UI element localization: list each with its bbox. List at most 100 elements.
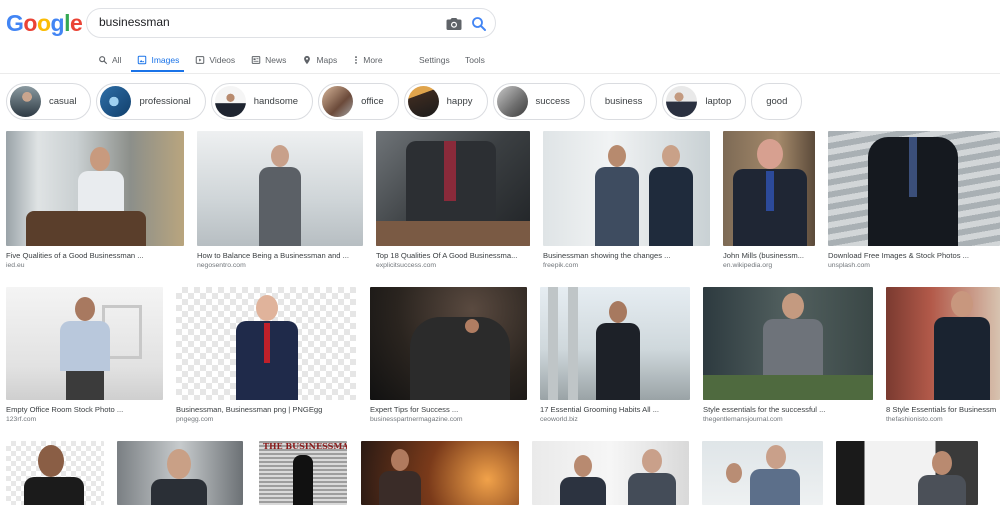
chip-happy[interactable]: happy bbox=[403, 83, 488, 120]
result-caption[interactable]: 17 Essential Grooming Habits All ... bbox=[540, 405, 690, 414]
chip-label: casual bbox=[49, 96, 77, 107]
result-thumbnail bbox=[197, 131, 363, 246]
image-icon bbox=[138, 55, 147, 65]
image-result[interactable]: Expert Tips for Success ... businesspart… bbox=[370, 287, 527, 423]
logo-letter: G bbox=[6, 10, 24, 36]
chip-business[interactable]: business bbox=[589, 83, 658, 120]
result-thumbnail bbox=[540, 287, 690, 400]
result-caption[interactable]: How to Balance Being a Businessman and .… bbox=[197, 251, 363, 260]
result-thumbnail bbox=[723, 131, 815, 246]
person-figure bbox=[733, 137, 807, 246]
image-result[interactable]: Download Free Images & Stock Photos ... … bbox=[828, 131, 1000, 269]
result-source: en.wikipedia.org bbox=[723, 262, 773, 269]
chip-thumbnail bbox=[407, 86, 439, 117]
chip-office[interactable]: office bbox=[318, 83, 399, 120]
chip-success[interactable]: success bbox=[492, 83, 585, 120]
result-caption[interactable]: Businessman, Businessman png | PNGEgg bbox=[176, 405, 356, 414]
result-thumbnail bbox=[836, 441, 978, 505]
image-result[interactable]: Businessman, Businessman png | PNGEgg pn… bbox=[176, 287, 356, 423]
chip-good[interactable]: good bbox=[751, 83, 803, 120]
result-caption[interactable]: Top 18 Qualities Of A Good Businessma... bbox=[376, 251, 530, 260]
person-figure bbox=[596, 297, 640, 400]
image-result[interactable] bbox=[532, 441, 689, 505]
result-caption[interactable]: Download Free Images & Stock Photos ... bbox=[828, 251, 1000, 260]
chip-professional[interactable]: professional bbox=[96, 83, 206, 120]
tools-link[interactable]: Tools bbox=[465, 51, 485, 69]
tab-images[interactable]: Images bbox=[137, 51, 179, 69]
chip-handsome[interactable]: handsome bbox=[210, 83, 314, 120]
camera-icon[interactable] bbox=[445, 15, 463, 33]
tab-more[interactable]: More bbox=[353, 51, 383, 69]
chip-thumbnail bbox=[496, 86, 528, 117]
image-result[interactable]: Businessman showing the changes ... free… bbox=[543, 131, 710, 269]
person-figure bbox=[868, 131, 958, 246]
search-input[interactable] bbox=[99, 15, 429, 29]
result-thumbnail bbox=[543, 131, 710, 246]
person-figure bbox=[649, 141, 693, 246]
chip-label: laptop bbox=[705, 96, 732, 107]
tab-news[interactable]: News bbox=[251, 51, 286, 69]
result-thumbnail bbox=[886, 287, 1000, 400]
tab-label: News bbox=[265, 55, 287, 65]
image-result[interactable]: Five Qualities of a Good Businessman ...… bbox=[6, 131, 184, 269]
tab-videos[interactable]: Videos bbox=[195, 51, 235, 69]
result-caption[interactable]: Businessman showing the changes ... bbox=[543, 251, 710, 260]
result-thumbnail bbox=[117, 441, 243, 505]
image-result[interactable]: Empty Office Room Stock Photo ... 123rf.… bbox=[6, 287, 163, 423]
result-caption[interactable]: John Mills (businessm... bbox=[723, 251, 815, 260]
image-result[interactable]: How to Balance Being a Businessman and .… bbox=[197, 131, 363, 269]
result-source: ceoworld.biz bbox=[540, 416, 578, 423]
image-result[interactable]: 8 Style Essentials for Businessm thefash… bbox=[886, 287, 1000, 423]
image-result[interactable] bbox=[702, 441, 823, 505]
result-thumbnail bbox=[6, 441, 104, 505]
logo-letter: o bbox=[23, 10, 37, 36]
image-result[interactable]: 17 Essential Grooming Habits All ... ceo… bbox=[540, 287, 690, 423]
chip-label: office bbox=[361, 96, 384, 107]
search-box bbox=[86, 8, 496, 38]
google-logo[interactable]: Google bbox=[6, 10, 83, 37]
result-caption[interactable]: 8 Style Essentials for Businessm bbox=[886, 405, 1000, 414]
tab-label: Videos bbox=[209, 55, 236, 65]
settings-link[interactable]: Settings bbox=[419, 51, 450, 69]
chip-casual[interactable]: casual bbox=[6, 83, 92, 120]
logo-letter: e bbox=[69, 10, 83, 36]
result-thumbnail bbox=[703, 287, 873, 400]
result-caption[interactable]: Style essentials for the successful ... bbox=[703, 405, 873, 414]
image-result[interactable] bbox=[117, 441, 243, 505]
map-pin-icon bbox=[304, 55, 311, 65]
result-caption[interactable]: Empty Office Room Stock Photo ... bbox=[6, 405, 163, 414]
search-icon bbox=[99, 56, 108, 65]
image-result[interactable]: Top 18 Qualities Of A Good Businessma...… bbox=[376, 131, 530, 269]
chip-thumbnail bbox=[10, 86, 41, 117]
result-source: freepik.com bbox=[543, 262, 579, 269]
chip-label: handsome bbox=[253, 96, 299, 107]
result-source: thefashionisto.com bbox=[886, 416, 943, 423]
image-result[interactable] bbox=[361, 441, 519, 505]
chip-laptop[interactable]: laptop bbox=[662, 83, 747, 120]
image-result[interactable]: John Mills (businessm... en.wikipedia.or… bbox=[723, 131, 815, 269]
more-vert-icon bbox=[355, 56, 358, 64]
image-result[interactable]: THE BUSINESSMAN bbox=[259, 441, 347, 505]
result-source: ied.eu bbox=[6, 262, 25, 269]
result-thumbnail bbox=[6, 287, 163, 400]
result-thumbnail: THE BUSINESSMAN bbox=[259, 441, 347, 505]
result-caption[interactable]: Expert Tips for Success ... bbox=[370, 405, 527, 414]
result-thumbnail bbox=[828, 131, 1000, 246]
result-source: businesspartnermagazine.com bbox=[370, 416, 463, 423]
chip-label: professional bbox=[139, 96, 191, 107]
result-caption[interactable]: Five Qualities of a Good Businessman ... bbox=[6, 251, 184, 260]
image-result[interactable] bbox=[6, 441, 104, 505]
chip-thumbnail bbox=[322, 86, 354, 117]
chip-thumbnail bbox=[666, 86, 698, 117]
logo-letter: o bbox=[36, 10, 51, 36]
chip-thumbnail bbox=[100, 86, 132, 117]
result-source: 123rf.com bbox=[6, 416, 37, 423]
image-result[interactable] bbox=[836, 441, 978, 505]
tab-all[interactable]: All bbox=[98, 51, 121, 69]
search-icon[interactable] bbox=[470, 15, 488, 33]
tab-maps[interactable]: Maps bbox=[302, 51, 337, 69]
book-title: THE BUSINESSMAN bbox=[263, 441, 347, 451]
image-result[interactable]: Style essentials for the successful ... … bbox=[703, 287, 873, 423]
news-icon bbox=[251, 56, 261, 64]
video-icon bbox=[196, 56, 205, 64]
